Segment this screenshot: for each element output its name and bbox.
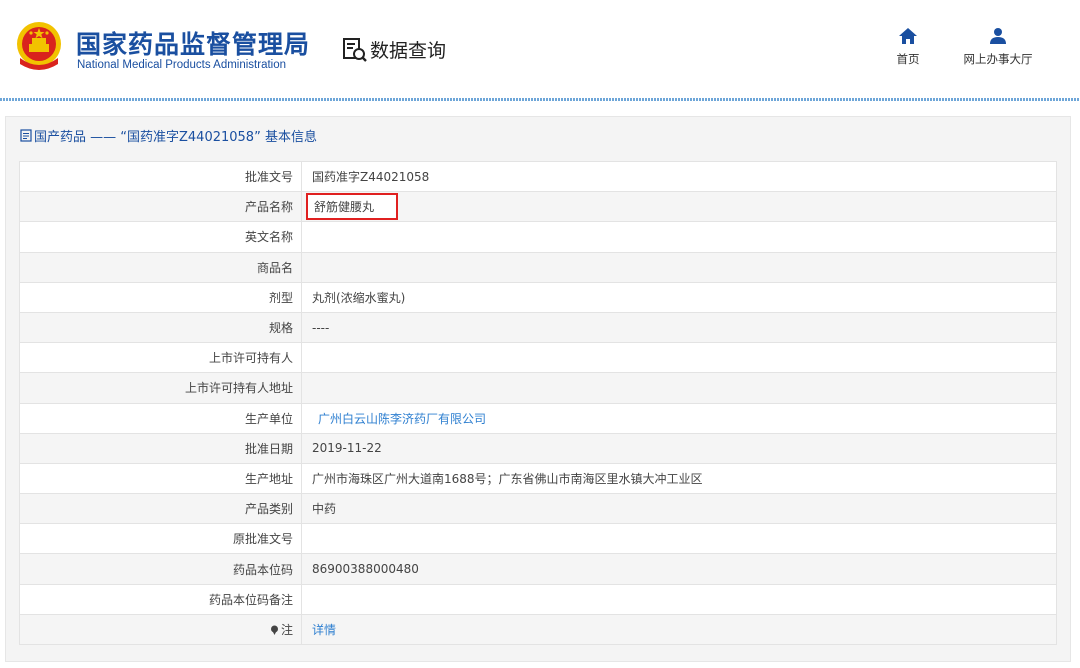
field-value (301, 251, 1057, 283)
table-row: 原批准文号 (19, 523, 1057, 555)
field-label: 产品名称 (19, 191, 302, 223)
field-label: 产品类别 (19, 493, 302, 525)
drug-info-panel: 国产药品 —— “国药准字Z44021058” 基本信息 批准文号 国药准字Z4… (5, 116, 1071, 662)
table-row: 英文名称 (19, 221, 1057, 253)
field-value-cell: 详情 (301, 613, 1057, 646)
table-row: 批准日期 2019-11-22 (19, 432, 1057, 464)
document-search-icon (343, 37, 367, 62)
field-value: 丸剂(浓缩水蜜丸) (301, 281, 1057, 313)
field-label: 生产单位 (19, 402, 302, 434)
table-row: 批准文号 国药准字Z44021058 (19, 160, 1057, 193)
field-label: 剂型 (19, 281, 302, 313)
field-value: 广州市海珠区广州大道南1688号；广东省佛山市南海区里水镇大冲工业区 (301, 462, 1057, 495)
note-label: 注 (280, 622, 293, 637)
field-value (301, 583, 1057, 615)
document-icon (20, 129, 32, 142)
nav-home-label: 首页 (896, 52, 920, 66)
table-row: 药品本位码 86900388000480 (19, 553, 1057, 585)
field-value: 86900388000480 (301, 553, 1057, 585)
details-link[interactable]: 详情 (312, 623, 336, 637)
home-icon (899, 28, 917, 44)
product-name-highlight: 舒筋健腰丸 (306, 193, 399, 221)
field-value (301, 372, 1057, 404)
field-value (301, 523, 1057, 555)
table-row: 产品名称 舒筋健腰丸 (19, 191, 1057, 223)
table-row: 生产地址 广州市海珠区广州大道南1688号；广东省佛山市南海区里水镇大冲工业区 (19, 462, 1057, 495)
data-query-heading: 数据查询 (342, 36, 446, 63)
field-value (301, 221, 1057, 253)
table-row: 生产单位 广州白云山陈李济药厂有限公司 (19, 402, 1057, 434)
table-row: 注 详情 (19, 613, 1057, 646)
field-value: 中药 (301, 493, 1057, 525)
site-header: 国家药品监督管理局 National Medical Products Admi… (0, 0, 1080, 101)
drug-info-table: 批准文号 国药准字Z44021058 产品名称 舒筋健腰丸 英文名称 商品名 剂… (19, 160, 1057, 646)
field-label: 药品本位码 (19, 553, 302, 585)
field-label: 批准日期 (19, 432, 302, 464)
table-row: 规格 ---- (19, 311, 1057, 344)
field-label: 生产地址 (19, 462, 302, 495)
field-label: 商品名 (19, 251, 302, 283)
field-value: ---- (301, 311, 1057, 344)
header-divider (0, 98, 1080, 101)
pin-icon (270, 625, 278, 635)
field-label-cell: 注 (19, 613, 302, 646)
nav-online-service-hall-label: 网上办事大厅 (963, 52, 1033, 66)
field-value: 国药准字Z44021058 (301, 160, 1057, 193)
field-value: 2019-11-22 (301, 432, 1057, 464)
field-label: 上市许可持有人地址 (19, 372, 302, 404)
panel-title: 国产药品 —— “国药准字Z44021058” 基本信息 (20, 126, 317, 145)
table-row: 剂型 丸剂(浓缩水蜜丸) (19, 281, 1057, 313)
table-row: 上市许可持有人地址 (19, 372, 1057, 404)
table-row: 药品本位码备注 (19, 583, 1057, 615)
field-label: 原批准文号 (19, 523, 302, 555)
agency-name-cn: 国家药品监督管理局 (76, 30, 311, 59)
national-emblem-icon (17, 22, 61, 70)
manufacturer-link[interactable]: 广州白云山陈李济药厂有限公司 (312, 412, 486, 426)
table-row: 上市许可持有人 (19, 342, 1057, 374)
panel-title-text: 国产药品 —— “国药准字Z44021058” 基本信息 (34, 130, 317, 145)
field-value (301, 342, 1057, 374)
field-label: 英文名称 (19, 221, 302, 253)
field-label: 规格 (19, 311, 302, 344)
data-query-label: 数据查询 (370, 40, 447, 62)
field-value-cell: 广州白云山陈李济药厂有限公司 (301, 402, 1057, 434)
table-row: 商品名 (19, 251, 1057, 283)
field-value-cell: 舒筋健腰丸 (301, 191, 1057, 223)
agency-name-en: National Medical Products Administration (77, 59, 287, 71)
field-label: 批准文号 (19, 160, 302, 193)
field-label: 药品本位码备注 (19, 583, 302, 615)
nav-online-service-hall[interactable]: 网上办事大厅 (955, 28, 1041, 67)
nav-home[interactable]: 首页 (888, 28, 928, 67)
table-row: 产品类别 中药 (19, 493, 1057, 525)
user-icon (990, 28, 1006, 44)
field-label: 上市许可持有人 (19, 342, 302, 374)
